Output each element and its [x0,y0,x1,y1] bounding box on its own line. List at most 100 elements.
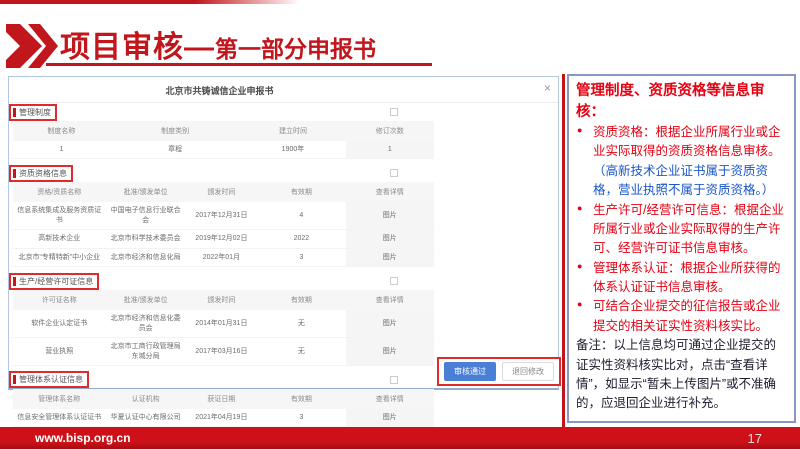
section-label: 管理体系认证信息 [19,374,83,385]
section-marker-bar [13,277,16,286]
section-checkbox[interactable] [390,108,398,116]
bullet-text-red: 生产许可/经营许可信息：根据企业所属行业或企业实际取得的生产许可、经营许可证书信… [593,203,784,256]
view-image-link[interactable]: 图片 [346,310,434,337]
column-header: 制度名称 [13,121,110,141]
section-checkbox[interactable] [390,277,398,285]
certification-table: 管理体系名称认证机构获证日期有效期查看详情信息安全管理体系认证证书华夏认证中心有… [13,389,434,427]
section-checkbox[interactable] [390,376,398,384]
column-header: 有效期 [257,290,345,310]
table-header-row: 管理体系名称认证机构获证日期有效期查看详情 [13,389,434,409]
column-header: 建立时间 [240,121,345,141]
bullet-item: 可结合企业提交的征信报告或企业提交的相关证实性资料核实比。 [576,297,786,336]
table-cell: 华夏认证中心有限公司 [106,409,186,427]
table-cell: 2022 [257,230,345,248]
table-cell: 2017年12月31日 [186,202,258,229]
notes-remark: 备注：以上信息均可通过企业提交的证实性资料核实比对，点击“查看详情”，如显示“暂… [576,336,786,414]
dialog-title-row: 北京市共铸诚信企业申报书 × [9,77,558,103]
table-cell: 营业执照 [13,338,106,366]
title-underline [46,63,432,66]
management-system-table: 制度名称制度类别建立时间修订次数1章程1900年1 [13,121,434,159]
dialog-content: 管理制度 制度名称制度类别建立时间修订次数1章程1900年1 资质资格信息 资格… [9,103,438,427]
table-cell: 北京市“专精特新”中小企业 [13,248,106,266]
section-header-qualification: 资质资格信息 [13,164,438,182]
table-cell: 2017年03月16日 [186,338,258,366]
annotation-box: 管理制度 [9,104,57,121]
column-header: 颁发时间 [186,290,258,310]
table-row: 软件企业认定证书北京市经济和信息化委员会2014年01月31日无图片 [13,310,434,337]
column-header: 查看详情 [346,182,434,202]
table-header-row: 资格/资质名称批准/颁发单位颁发时间有效期查看详情 [13,182,434,202]
section-marker-bar [13,108,16,117]
table-header-row: 制度名称制度类别建立时间修订次数 [13,121,434,141]
table-cell: 1 [13,141,110,159]
audit-dialog: 北京市共铸诚信企业申报书 × 管理制度 制度名称制度类别建立时间修订次数1章程1… [8,76,559,390]
license-table: 许可证名称批准/颁发单位颁发时间有效期查看详情软件企业认定证书北京市经济和信息化… [13,290,434,366]
notes-bullet-list: 资质资格：根据企业所属行业或企业实际取得的资质资格信息审核。 （高新技术企业证书属… [576,123,786,336]
notes-panel: 管理制度、资质资格等信息审核： 资质资格：根据企业所属行业或企业实际取得的资质资… [567,74,796,423]
bullet-item: 生产许可/经营许可信息：根据企业所属行业或企业实际取得的生产许可、经营许可证书信… [576,201,786,259]
column-header: 修订次数 [346,121,434,141]
view-image-link[interactable]: 图片 [346,230,434,248]
view-image-link[interactable]: 图片 [346,202,434,229]
column-header: 制度类别 [110,121,241,141]
table-cell: 高新技术企业 [13,230,106,248]
column-header: 颁发时间 [186,182,258,202]
bullet-item: 资质资格：根据企业所属行业或企业实际取得的资质资格信息审核。 （高新技术企业证书属… [576,123,786,201]
table-cell: 北京市经济和信息化局 [106,248,186,266]
table-cell: 2021年04月19日 [186,409,258,427]
table-cell: 1900年 [240,141,345,159]
page-title-main: 项目审核— [60,31,215,64]
column-header: 许可证名称 [13,290,106,310]
footer-bar: www.bisp.org.cn 17 [0,427,800,449]
annotation-box-buttons: 审核通过 退回修改 [437,357,561,386]
table-cell: 3 [257,409,345,427]
reject-button[interactable]: 退回修改 [502,362,554,381]
close-icon[interactable]: × [544,82,551,94]
section-checkbox[interactable] [390,169,398,177]
column-header: 管理体系名称 [13,389,106,409]
table-cell: 北京市工商行政管理局东城分局 [106,338,186,366]
table-cell: 2014年01月31日 [186,310,258,337]
notes-title: 管理制度、资质资格等信息审核： [576,81,786,123]
table-cell: 信息系统集成及服务资质证书 [13,202,106,229]
section-label: 资质资格信息 [19,168,67,179]
bullet-text-blue: （高新技术企业证书属于资质资格，营业执照不属于资质资格。） [593,164,774,197]
dialog-title: 北京市共铸诚信企业申报书 [9,84,430,97]
column-header: 批准/颁发单位 [106,290,186,310]
bullet-text-red: 可结合企业提交的征信报告或企业提交的相关证实性资料核实比。 [593,299,781,332]
annotation-box: 资质资格信息 [9,165,73,182]
column-header: 有效期 [257,389,345,409]
view-image-link[interactable]: 图片 [346,338,434,366]
table-cell: 软件企业认定证书 [13,310,106,337]
section-marker-bar [13,375,16,384]
bullet-text-red: 资质资格：根据企业所属行业或企业实际取得的资质资格信息审核。 [593,125,781,158]
column-header: 批准/颁发单位 [106,182,186,202]
column-header: 资格/资质名称 [13,182,106,202]
section-header-certification: 管理体系认证信息 [13,371,438,389]
table-row: 北京市“专精特新”中小企业北京市经济和信息化局2022年01月3图片 [13,248,434,266]
column-header: 查看详情 [346,389,434,409]
column-header: 有效期 [257,182,345,202]
table-header-row: 许可证名称批准/颁发单位颁发时间有效期查看详情 [13,290,434,310]
approve-button[interactable]: 审核通过 [444,362,496,381]
table-row: 高新技术企业北京市科学技术委员会2019年12月02日2022图片 [13,230,434,248]
table-cell: 北京市科学技术委员会 [106,230,186,248]
section-marker-bar [13,169,16,178]
table-cell: 2022年01月 [186,248,258,266]
table-cell: 2019年12月02日 [186,230,258,248]
column-header: 查看详情 [346,290,434,310]
section-label: 管理制度 [19,107,51,118]
table-cell: 信息安全管理体系认证证书 [13,409,106,427]
annotation-box: 生产/经营许可证信息 [9,273,99,290]
top-accent-bar [0,0,300,4]
table-cell: 无 [257,338,345,366]
view-image-link[interactable]: 图片 [346,248,434,266]
column-header: 认证机构 [106,389,186,409]
view-image-link[interactable]: 图片 [346,409,434,427]
column-header: 获证日期 [186,389,258,409]
page-title-sub: 第一部分申报书 [215,36,376,62]
qualification-table: 资格/资质名称批准/颁发单位颁发时间有效期查看详情信息系统集成及服务资质证书中国… [13,182,434,267]
table-cell: 无 [257,310,345,337]
page-number: 17 [748,431,762,446]
table-cell: 章程 [110,141,241,159]
